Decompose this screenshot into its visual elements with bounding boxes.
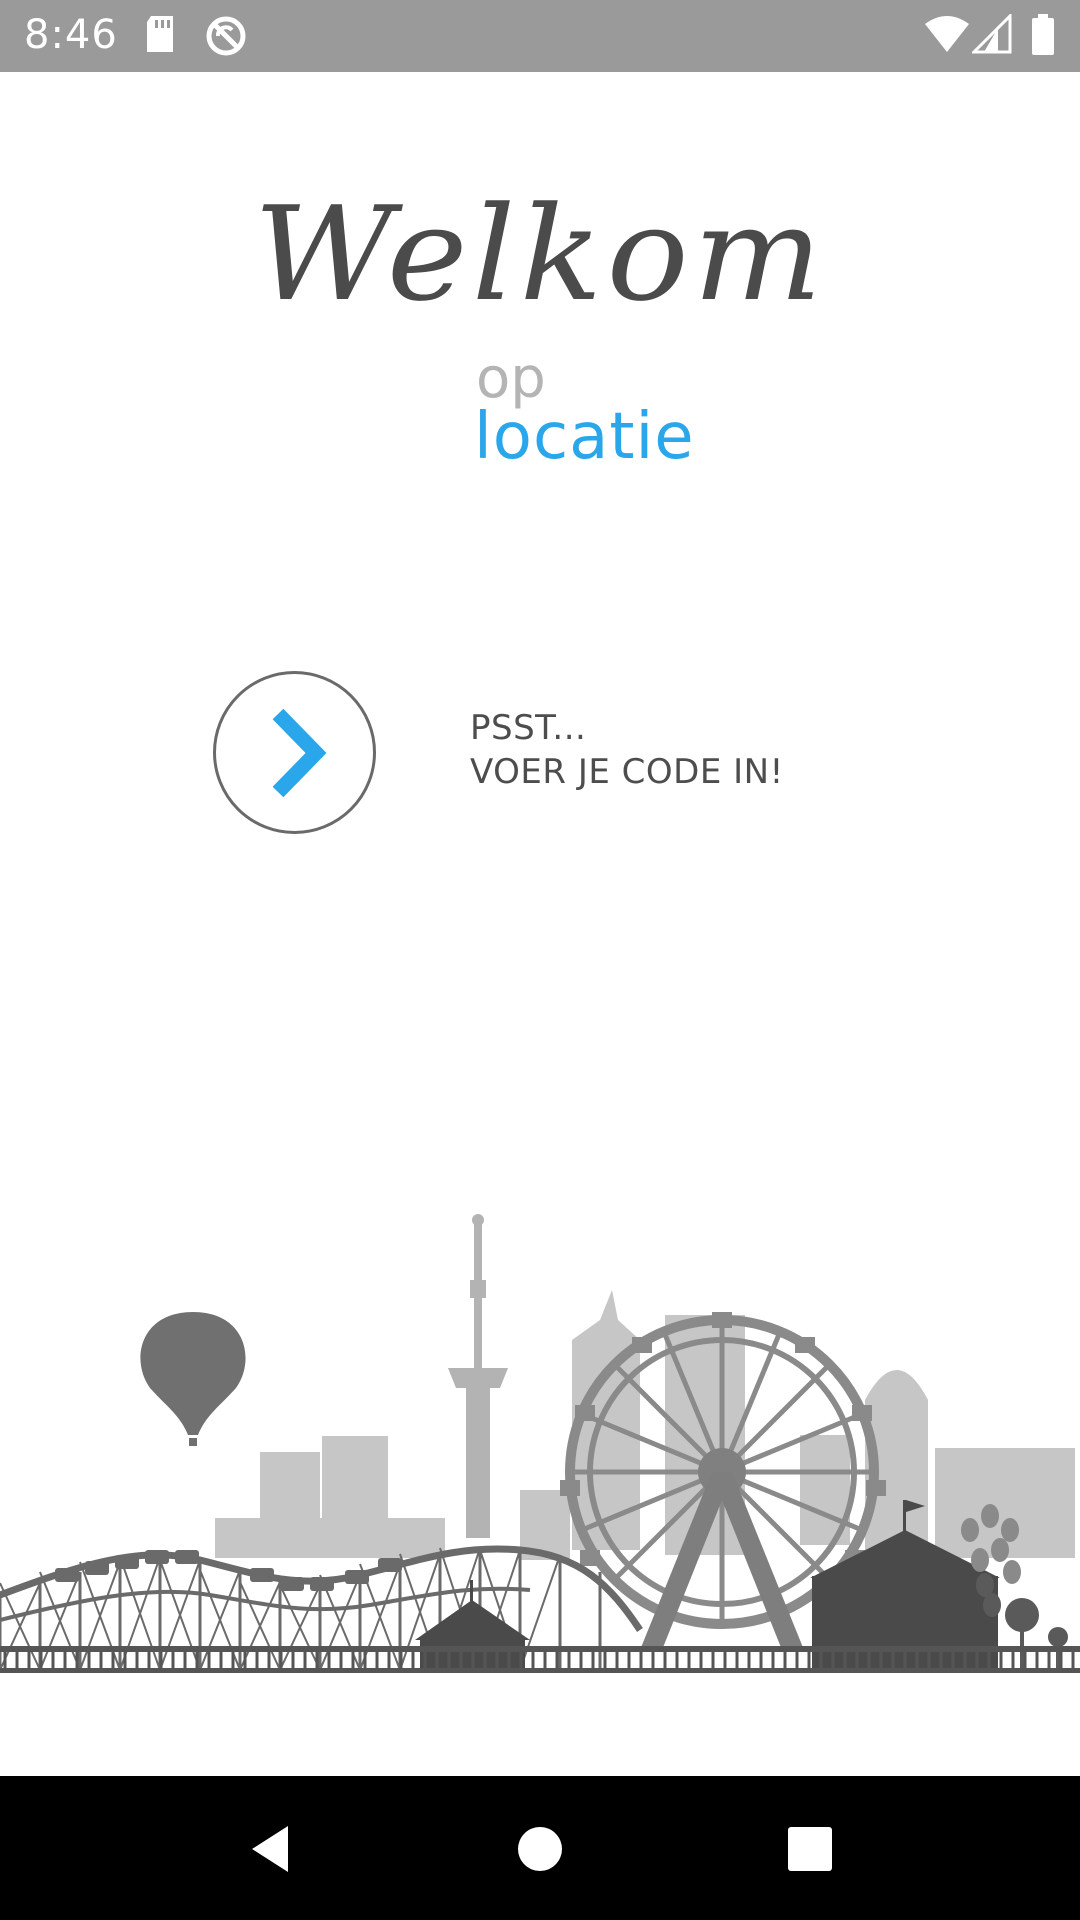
code-prompt: PSST... VOER JE CODE IN! [470,706,784,794]
amusement-park-skyline [0,1214,1080,1673]
back-button[interactable] [208,1776,328,1920]
back-icon [252,1826,288,1872]
signal-icon [972,14,1012,54]
wifi-icon [925,16,969,52]
recents-icon [788,1827,832,1871]
home-button[interactable] [480,1776,600,1920]
status-time: 8:46 [24,12,118,58]
recents-button[interactable] [750,1776,870,1920]
welcome-title: Welkom [253,178,827,330]
logo-locatie-text: locatie [474,400,695,474]
home-icon [518,1827,562,1871]
status-bar: 8:46 [0,0,1080,72]
enter-code-button[interactable] [213,671,376,834]
battery-icon [1032,14,1054,55]
prompt-line-1: PSST... [470,708,587,748]
chevron-right-icon [272,708,327,798]
sd-card-icon [147,16,173,52]
no-sync-icon [206,16,246,56]
prompt-line-2: VOER JE CODE IN! [470,752,784,792]
navigation-bar [0,1776,1080,1920]
